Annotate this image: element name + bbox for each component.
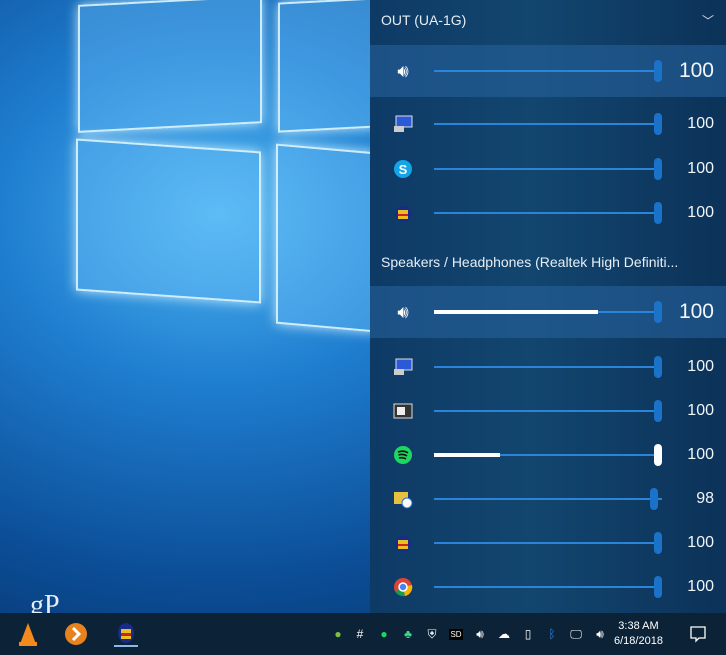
app-volume-row: 98 xyxy=(370,479,726,519)
volume-mixer-panel: OUT (UA-1G)﹀🔊︎ 100 100S 100 100Speakers … xyxy=(370,0,726,613)
slider-thumb[interactable] xyxy=(654,113,662,135)
bluetooth-icon[interactable]: ᛒ xyxy=(544,626,560,642)
spotify-icon[interactable] xyxy=(392,444,414,466)
system-sounds-icon[interactable] xyxy=(392,113,414,135)
volume-value: 100 xyxy=(679,59,714,83)
vlc-icon[interactable] xyxy=(16,621,40,647)
volume-slider[interactable] xyxy=(434,586,662,588)
media-app-icon[interactable] xyxy=(392,400,414,422)
volume-value: 100 xyxy=(687,446,714,464)
volume-value: 100 xyxy=(679,300,714,324)
paint-app-icon[interactable] xyxy=(392,488,414,510)
android-icon[interactable]: ♣ xyxy=(400,626,416,642)
volume-value: 100 xyxy=(687,402,714,420)
slider-thumb[interactable] xyxy=(654,301,662,323)
app-volume-row: 100 xyxy=(370,347,726,387)
slider-thumb[interactable] xyxy=(650,488,658,510)
date: 6/18/2018 xyxy=(614,634,663,649)
volume-slider[interactable] xyxy=(434,454,662,456)
app-volume-row: 100 xyxy=(370,523,726,563)
volume-icon[interactable]: 🔊︎ xyxy=(472,626,488,642)
plex-icon[interactable] xyxy=(64,621,88,647)
svg-text:S: S xyxy=(399,162,408,177)
volume-slider[interactable] xyxy=(434,123,662,125)
ssd-icon[interactable]: SD xyxy=(448,626,464,642)
slider-thumb[interactable] xyxy=(654,202,662,224)
app-volume-row: 100 xyxy=(370,391,726,431)
skype-icon[interactable]: S xyxy=(392,158,414,180)
taskbar: ● # ● ♣ ⛨ SD 🔊︎ ☁ ▯ ᛒ 🖵︎ 🔊︎ 3:38 AM6/18/2018 xyxy=(0,613,726,655)
volume-slider[interactable] xyxy=(434,410,662,412)
slider-thumb[interactable] xyxy=(654,444,662,466)
volume-value: 100 xyxy=(687,204,714,222)
action-center-icon[interactable] xyxy=(686,621,710,647)
device-title[interactable]: OUT (UA-1G) xyxy=(381,12,466,28)
slider-thumb[interactable] xyxy=(654,576,662,598)
evernote-icon[interactable]: ● xyxy=(330,626,346,642)
chrome-icon[interactable] xyxy=(392,576,414,598)
volume-value: 100 xyxy=(687,534,714,552)
slider-thumb[interactable] xyxy=(654,356,662,378)
chevron-down-icon[interactable]: ﹀ xyxy=(702,12,714,29)
master-volume-row: 🔊︎ 100 xyxy=(370,45,726,97)
volume-slider[interactable] xyxy=(434,70,662,72)
volume-value: 100 xyxy=(687,160,714,178)
time: 3:38 AM xyxy=(614,619,663,634)
device-title[interactable]: Speakers / Headphones (Realtek High Defi… xyxy=(381,254,678,270)
clock[interactable]: 3:38 AM6/18/2018 xyxy=(614,619,663,649)
network-icon[interactable]: 🖵︎ xyxy=(568,626,584,642)
volume-slider[interactable] xyxy=(434,311,662,313)
defender-icon[interactable]: ⛨ xyxy=(424,626,440,642)
volume-value: 100 xyxy=(687,578,714,596)
slack-icon[interactable]: # xyxy=(352,626,368,642)
volume-slider[interactable] xyxy=(434,542,662,544)
volume-slider[interactable] xyxy=(434,498,662,500)
volume-slider[interactable] xyxy=(434,366,662,368)
spotify-icon[interactable]: ● xyxy=(376,626,392,642)
volume-value: 98 xyxy=(696,490,714,508)
app-volume-row: 100 xyxy=(370,193,726,233)
system-sounds-icon[interactable] xyxy=(392,356,414,378)
audio-app-icon[interactable] xyxy=(392,532,414,554)
app-volume-row: S 100 xyxy=(370,149,726,189)
volume-value: 100 xyxy=(687,115,714,133)
app-volume-row: 100 xyxy=(370,435,726,475)
ear-trumpet-icon[interactable] xyxy=(114,621,138,647)
volume-slider[interactable] xyxy=(434,168,662,170)
slider-thumb[interactable] xyxy=(654,158,662,180)
usb-icon[interactable]: ▯ xyxy=(520,626,536,642)
speaker-icon[interactable]: 🔊︎ xyxy=(392,301,414,323)
speaker-icon[interactable]: 🔊︎ xyxy=(392,60,414,82)
slider-thumb[interactable] xyxy=(654,400,662,422)
volume-value: 100 xyxy=(687,358,714,376)
slider-thumb[interactable] xyxy=(654,60,662,82)
app-volume-row: 100 xyxy=(370,104,726,144)
app-volume-row: 100 xyxy=(370,567,726,607)
audio-app-icon[interactable] xyxy=(392,202,414,224)
onedrive-icon[interactable]: ☁ xyxy=(496,626,512,642)
slider-thumb[interactable] xyxy=(654,532,662,554)
volume-icon[interactable]: 🔊︎ xyxy=(592,626,608,642)
master-volume-row: 🔊︎ 100 xyxy=(370,286,726,338)
volume-slider[interactable] xyxy=(434,212,662,214)
